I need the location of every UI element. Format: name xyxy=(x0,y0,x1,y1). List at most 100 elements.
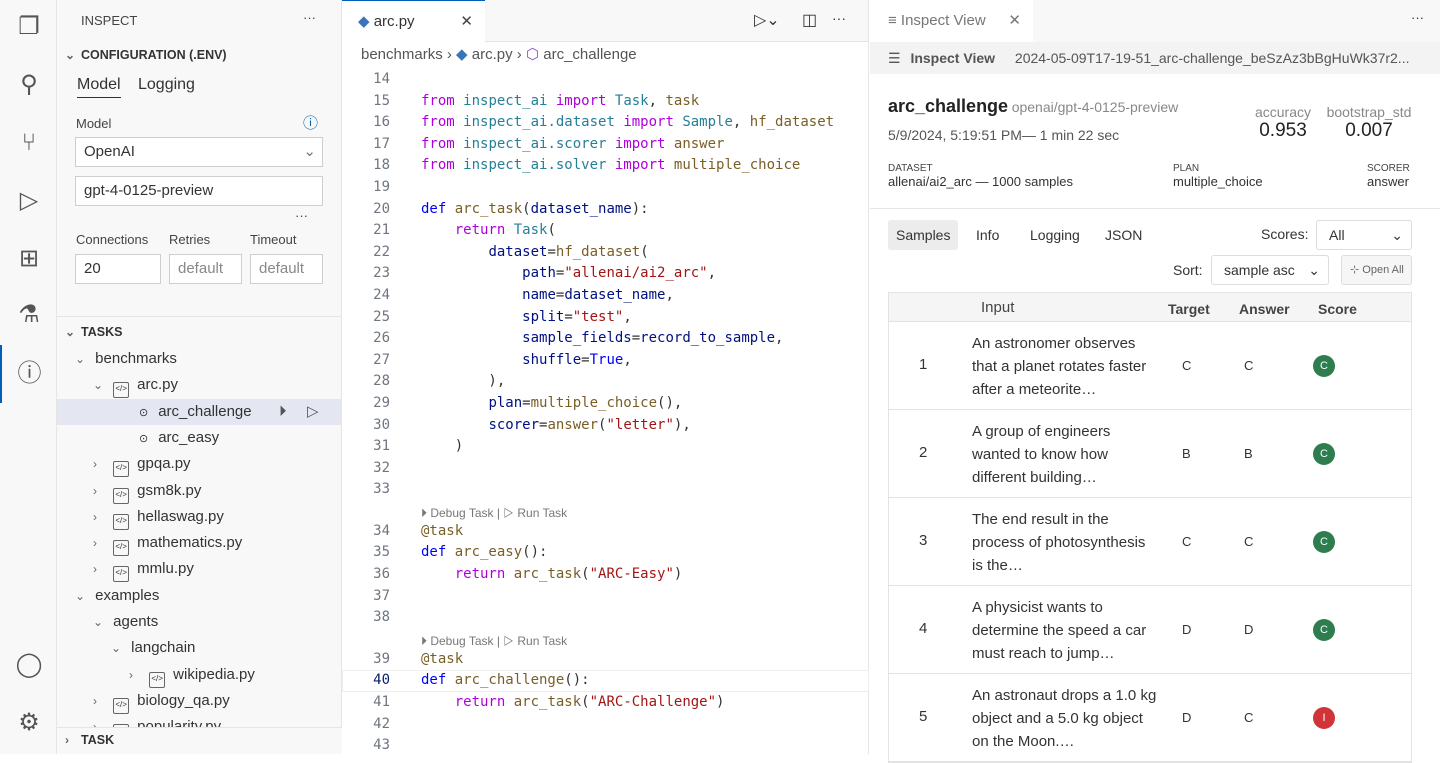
inspect-icon[interactable]: ⓘ xyxy=(0,345,57,403)
tree-item[interactable]: ⌄ examples xyxy=(57,583,342,609)
tree-item[interactable]: ⌄ agents xyxy=(57,609,342,635)
testing-icon[interactable]: ⚗ xyxy=(14,300,44,330)
run-task-link[interactable]: ▷ Run Task xyxy=(503,634,567,648)
breadcrumb-item[interactable]: benchmarks xyxy=(361,46,443,63)
tree-item[interactable]: › </> mathematics.py xyxy=(57,530,342,557)
code-line: 35 def arc_easy(): xyxy=(373,544,548,561)
tree-item[interactable]: › </> gpqa.py xyxy=(57,451,342,478)
tab-inspect-view[interactable]: ≡ Inspect View ✕ xyxy=(870,0,1033,42)
table-row[interactable]: 4 A physicist wants to determine the spee… xyxy=(889,586,1411,674)
sample-target: D xyxy=(1182,622,1192,637)
extensions-icon[interactable]: ⊞ xyxy=(14,244,44,274)
tree-item[interactable]: ⌄ benchmarks xyxy=(57,346,342,372)
tree-item[interactable]: › </> wikipedia.py xyxy=(57,662,342,688)
connections-input[interactable]: 20 xyxy=(75,254,161,284)
code-line: 27 shuffle=True, xyxy=(373,351,632,368)
tree-item[interactable]: › </> biology_qa.py xyxy=(57,688,342,714)
tab-model[interactable]: Model xyxy=(77,76,121,98)
provider-select[interactable]: OpenAI ⌄ xyxy=(75,137,323,167)
open-all-button[interactable]: ⊹ Open All xyxy=(1341,255,1412,285)
score-badge: C xyxy=(1313,443,1335,465)
sample-answer: D xyxy=(1244,622,1254,637)
view-header: ☰ Inspect View 2024-05-09T17-19-51_arc-c… xyxy=(870,42,1440,74)
more-icon[interactable]: ··· xyxy=(1411,10,1424,25)
score-badge: C xyxy=(1313,531,1335,553)
tasks-header[interactable]: ⌄ TASKS xyxy=(65,325,122,339)
column-header: Target xyxy=(1168,301,1210,317)
debug-task-link[interactable]: ⏵ Debug Task xyxy=(421,506,494,520)
plan-label: PLAN xyxy=(1173,163,1200,174)
code-area[interactable]: 14 15 from inspect_ai import Task, task 16 f… xyxy=(342,69,869,757)
tree-item[interactable]: › </> hellaswag.py xyxy=(57,504,342,530)
tab-logging[interactable]: Logging xyxy=(1022,220,1088,250)
run-debug-icon[interactable]: ▷ xyxy=(14,186,44,216)
menu-icon[interactable]: ☰ xyxy=(888,50,901,66)
tree-item[interactable]: ⌄ langchain xyxy=(57,635,342,661)
run-task-link[interactable]: ▷ Run Task xyxy=(503,506,567,520)
close-icon[interactable]: ✕ xyxy=(1008,0,1021,42)
more-icon[interactable]: ··· xyxy=(303,10,316,25)
score-badge: C xyxy=(1313,355,1335,377)
chevron-right-icon: › xyxy=(93,457,97,472)
chevron-down-icon: ⌄ xyxy=(303,143,316,160)
code-line: 34 @task xyxy=(373,522,464,539)
tab-info[interactable]: Info xyxy=(968,220,1007,250)
model-label: Model xyxy=(76,116,112,131)
timeout-input[interactable]: default xyxy=(250,254,323,284)
chevron-right-icon: › xyxy=(93,693,97,708)
code-line: 39 @task xyxy=(373,650,464,667)
sample-id: 5 xyxy=(919,708,928,725)
tree-item-label: benchmarks xyxy=(95,350,177,367)
tab-logging[interactable]: Logging xyxy=(138,76,195,94)
run-datetime: 5/9/2024, 5:19:51 PM— 1 min 22 sec xyxy=(888,127,1120,143)
table-row[interactable]: 1 An astronomer observes that a planet ro… xyxy=(889,322,1411,410)
table-row[interactable]: 3 The end result in the process of photos… xyxy=(889,498,1411,586)
chevron-down-icon: ⌄ xyxy=(111,641,122,656)
sample-id: 2 xyxy=(919,444,928,461)
tree-item[interactable]: › </> gsm8k.py xyxy=(57,478,342,504)
retries-input[interactable]: default xyxy=(169,254,242,284)
timeout-label: Timeout xyxy=(250,232,297,247)
split-editor-icon[interactable]: ◫ xyxy=(802,10,817,30)
tree-item-label: wikipedia.py xyxy=(173,665,255,683)
tree-item-label: gsm8k.py xyxy=(137,481,202,499)
sort-select[interactable]: sample asc ⌄ xyxy=(1211,255,1329,285)
tab-arc-py[interactable]: ◆ arc.py ✕ xyxy=(342,0,485,42)
run-task-icon[interactable]: ▷ xyxy=(307,399,319,425)
config-header[interactable]: ⌄ CONFIGURATION (.ENV) xyxy=(65,48,227,62)
explorer-icon[interactable]: ❐ xyxy=(14,12,44,42)
tree-item[interactable]: › </> mmlu.py xyxy=(57,556,342,583)
settings-icon[interactable]: ⚙ xyxy=(14,708,44,738)
table-row[interactable]: 2 A group of engineers wanted to know how… xyxy=(889,410,1411,498)
sample-target: D xyxy=(1182,710,1192,725)
code-line: 25 split="test", xyxy=(373,308,632,325)
more-options-icon[interactable]: ··· xyxy=(295,208,308,223)
tab-json[interactable]: JSON xyxy=(1097,220,1150,250)
code-line: 24 name=dataset_name, xyxy=(373,286,674,303)
tab-samples[interactable]: Samples xyxy=(888,220,959,250)
help-icon[interactable]: ⓘ xyxy=(303,112,318,133)
retries-label: Retries xyxy=(169,232,211,247)
close-icon[interactable]: ✕ xyxy=(460,1,473,43)
code-editor: ◆ arc.py ✕ ▷⌄ ◫ ··· benchmarks › ◆ arc.py… xyxy=(342,0,869,754)
sample-id: 4 xyxy=(919,620,928,637)
task-icon: ⊙ xyxy=(139,406,149,419)
tree-item[interactable]: ⌄ </> arc.py xyxy=(57,372,342,399)
breadcrumb-item[interactable]: arc_challenge xyxy=(543,46,636,63)
scorer-label: SCORER xyxy=(1367,163,1410,174)
plan-value: multiple_choice xyxy=(1173,174,1263,189)
search-icon[interactable]: ⚲ xyxy=(14,70,44,100)
tree-item[interactable]: ⊙ arc_challenge ⏵ ▷ xyxy=(57,398,342,425)
task-header[interactable]: › TASK xyxy=(65,733,114,747)
table-row[interactable]: 5 An astronaut drops a 1.0 kg object and … xyxy=(889,674,1411,762)
source-control-icon[interactable]: ⑂ xyxy=(14,128,44,158)
tree-item[interactable]: ⊙ arc_easy xyxy=(57,425,342,451)
model-name-input[interactable]: gpt-4-0125-preview xyxy=(75,176,323,206)
debug-task-link[interactable]: ⏵ Debug Task xyxy=(421,634,494,648)
account-icon[interactable]: ◯ xyxy=(14,650,44,680)
breadcrumb-item[interactable]: arc.py xyxy=(472,46,513,63)
run-icon[interactable]: ▷⌄ xyxy=(754,10,780,30)
scores-select[interactable]: All ⌄ xyxy=(1316,220,1412,250)
more-icon[interactable]: ··· xyxy=(832,10,846,26)
debug-task-icon[interactable]: ⏵ xyxy=(279,399,287,425)
